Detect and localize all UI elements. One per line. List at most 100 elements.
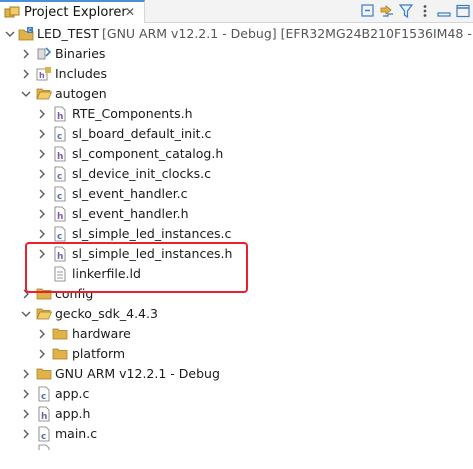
project-tree: C LED_TEST [GNU ARM v12.2.1 - Debug] [EF… xyxy=(0,23,473,469)
tree-item-autogen[interactable]: autogen xyxy=(0,84,473,104)
tree-item-label: sl_simple_led_instances.c xyxy=(72,226,232,241)
tree-item-label: sl_device_init_clocks.c xyxy=(72,166,212,181)
close-icon[interactable]: ✕ xyxy=(123,5,137,19)
chevron-right-icon[interactable] xyxy=(36,148,48,160)
chevron-right-icon[interactable] xyxy=(36,128,48,140)
tree-item-file-highlighted[interactable]: c sl_simple_led_instances.c xyxy=(0,224,473,244)
tree-item-platform[interactable]: platform xyxy=(0,344,473,364)
tree-item-label: app.h xyxy=(55,406,91,421)
binaries-icon xyxy=(37,47,52,60)
svg-text:c: c xyxy=(57,172,62,182)
tree-item-file-highlighted[interactable]: h sl_simple_led_instances.h xyxy=(0,244,473,264)
h-file-icon: h xyxy=(54,146,66,162)
tree-item-label: Includes xyxy=(55,66,108,81)
tree-item-label: app.c xyxy=(55,386,90,401)
chevron-right-icon[interactable] xyxy=(20,408,32,420)
svg-text:h: h xyxy=(57,112,63,122)
c-file-icon: c xyxy=(54,126,66,142)
tree-item-label: sl_board_default_init.c xyxy=(72,126,212,141)
tree-item-project[interactable]: C LED_TEST [GNU ARM v12.2.1 - Debug] [EF… xyxy=(0,24,473,44)
tree-item-label: sl_component_catalog.h xyxy=(72,146,224,161)
tree-item-includes[interactable]: h Includes xyxy=(0,64,473,84)
h-file-icon: h xyxy=(54,206,66,222)
svg-text:c: c xyxy=(41,392,46,402)
h-file-icon: h xyxy=(38,406,50,422)
tree-item-file[interactable]: h sl_event_handler.h xyxy=(0,204,473,224)
tree-item-label: linkerfile.ld xyxy=(72,266,141,281)
project-explorer-icon xyxy=(4,6,20,17)
chevron-down-icon[interactable] xyxy=(4,28,16,40)
tree-item-label: config xyxy=(55,286,94,301)
linker-file-icon xyxy=(54,266,66,282)
c-file-icon: c xyxy=(54,186,66,202)
chevron-right-icon[interactable] xyxy=(20,388,32,400)
view-tab-bar: Project Explorer ✕ xyxy=(0,0,473,23)
tree-item-file[interactable]: c sl_board_default_init.c xyxy=(0,124,473,144)
linked-folder-icon xyxy=(36,308,52,320)
chevron-right-icon[interactable] xyxy=(20,288,32,300)
tree-item-hardware[interactable]: hardware xyxy=(0,324,473,344)
svg-text:c: c xyxy=(41,432,46,442)
svg-text:h: h xyxy=(57,212,63,222)
folder-icon xyxy=(36,368,52,380)
chevron-down-icon[interactable] xyxy=(20,308,32,320)
filter-icon[interactable] xyxy=(398,3,414,19)
tree-item-label: autogen xyxy=(55,86,107,101)
chevron-right-icon[interactable] xyxy=(20,68,32,80)
includes-icon: h xyxy=(36,67,51,81)
c-file-icon: c xyxy=(54,226,66,242)
chevron-right-icon[interactable] xyxy=(20,428,32,440)
collapse-all-icon[interactable] xyxy=(360,3,376,19)
tree-item-label: hardware xyxy=(72,326,131,341)
folder-icon xyxy=(36,288,52,300)
chevron-right-icon[interactable] xyxy=(36,348,48,360)
tree-item-file[interactable]: c sl_event_handler.c xyxy=(0,184,473,204)
tree-item-config[interactable]: config xyxy=(0,284,473,304)
tree-item-file[interactable]: h sl_component_catalog.h xyxy=(0,144,473,164)
tree-item-build-config[interactable]: GNU ARM v12.2.1 - Debug xyxy=(0,364,473,384)
svg-text:c: c xyxy=(57,192,62,202)
tree-item-file[interactable]: linkerfile.ld xyxy=(0,264,473,284)
tree-item-file[interactable]: c sl_device_init_clocks.c xyxy=(0,164,473,184)
chevron-down-icon[interactable] xyxy=(20,88,32,100)
chevron-right-icon[interactable] xyxy=(20,368,32,380)
tree-item-label: platform xyxy=(72,346,126,361)
chevron-right-icon[interactable] xyxy=(20,48,32,60)
link-with-editor-icon[interactable] xyxy=(379,3,395,19)
tree-item-label: gecko_sdk_4.4.3 xyxy=(55,306,158,321)
tree-item-label: main.c xyxy=(55,426,98,441)
tree-item-label: sl_event_handler.h xyxy=(72,206,189,221)
svg-text:c: c xyxy=(57,232,62,242)
tree-item-file[interactable]: h app.h xyxy=(0,404,473,424)
chevron-right-icon[interactable] xyxy=(36,328,48,340)
minimize-icon[interactable] xyxy=(436,3,452,19)
tab-project-explorer[interactable]: Project Explorer ✕ xyxy=(0,0,145,23)
chevron-right-icon[interactable] xyxy=(36,188,48,200)
svg-text:c: c xyxy=(57,132,62,142)
view-menu-icon[interactable] xyxy=(417,3,433,19)
folder-icon xyxy=(52,328,68,340)
c-file-icon: c xyxy=(38,386,50,402)
chevron-right-icon[interactable] xyxy=(36,248,48,260)
c-file-icon: c xyxy=(54,166,66,182)
tree-item-file[interactable]: c main.c xyxy=(0,424,473,444)
tree-item-file[interactable]: h RTE_Components.h xyxy=(0,104,473,124)
file-icon xyxy=(38,444,50,450)
chevron-right-icon[interactable] xyxy=(36,168,48,180)
tree-item-file[interactable]: c app.c xyxy=(0,384,473,404)
folder-open-icon xyxy=(36,88,52,100)
chevron-right-icon[interactable] xyxy=(36,108,48,120)
svg-text:C: C xyxy=(28,28,32,34)
svg-text:h: h xyxy=(57,252,63,262)
maximize-icon[interactable] xyxy=(455,3,471,19)
tree-item-label: sl_simple_led_instances.h xyxy=(72,246,233,261)
tree-item-binaries[interactable]: Binaries xyxy=(0,44,473,64)
tree-item-label: GNU ARM v12.2.1 - Debug xyxy=(55,366,220,381)
svg-text:h: h xyxy=(39,71,45,80)
chevron-right-icon[interactable] xyxy=(36,208,48,220)
chevron-right-icon[interactable] xyxy=(36,228,48,240)
project-icon: C xyxy=(18,27,34,41)
tree-item-label: RTE_Components.h xyxy=(72,106,193,121)
tree-item-gecko-sdk[interactable]: gecko_sdk_4.4.3 xyxy=(0,304,473,324)
tree-item-label: Binaries xyxy=(55,46,106,61)
